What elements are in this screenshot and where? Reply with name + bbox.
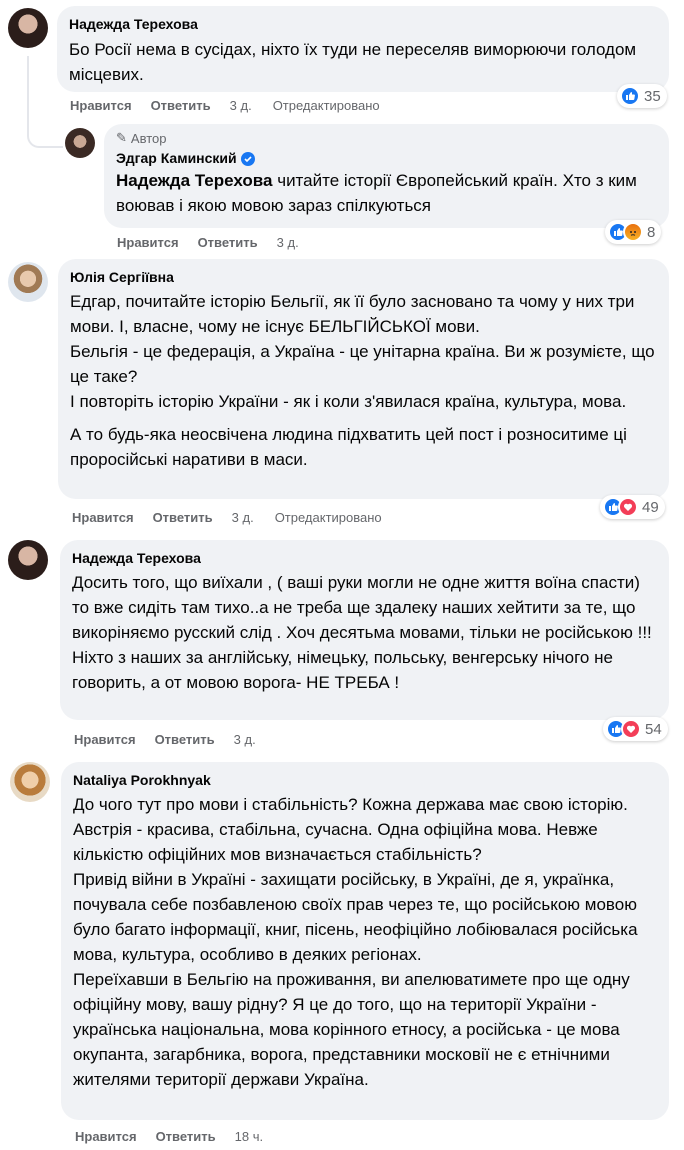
avatar[interactable] <box>10 762 50 802</box>
edited-label: Отредактировано <box>274 510 382 525</box>
author-badge-label: Автор <box>130 130 167 146</box>
comment-timestamp[interactable]: 3 д. <box>232 510 254 525</box>
reaction-count: 49 <box>642 498 659 516</box>
like-button[interactable]: Нравится <box>72 510 134 525</box>
love-icon <box>621 719 641 739</box>
comment-text: Бо Росії нема в сусідах, ніхто їх туди н… <box>69 40 641 84</box>
comment-text-paragraph: А то будь-яка неосвічена людина підхвати… <box>70 425 632 469</box>
comment-text: Надежда Терехова читайте історії Європей… <box>116 168 657 218</box>
reaction-count: 35 <box>644 87 661 105</box>
comment-author[interactable]: Юлія Сергіївна <box>70 269 657 285</box>
comment-actions: Нравится Ответить 3 д. Отредактировано <box>70 98 380 113</box>
reactions-summary[interactable]: 54 <box>603 717 668 741</box>
pencil-icon: ✎ <box>116 130 127 145</box>
avatar[interactable] <box>8 8 48 48</box>
like-button[interactable]: Нравится <box>75 1129 137 1144</box>
comment-actions: Нравится Ответить 3 д. <box>74 732 277 747</box>
reactions-summary[interactable]: 49 <box>600 495 665 519</box>
angry-icon <box>623 222 643 242</box>
comment-author[interactable]: Nataliya Porokhnyak <box>73 772 657 788</box>
avatar[interactable] <box>65 128 95 158</box>
comment-bubble: Юлія Сергіївна Едгар, почитайте історію … <box>58 259 669 499</box>
comment-text: Едгар, почитайте історію Бельгії, як її … <box>70 292 655 411</box>
reply-button[interactable]: Ответить <box>155 732 215 747</box>
edited-label: Отредактировано <box>272 98 380 113</box>
reaction-count: 8 <box>647 223 656 241</box>
comment-actions: Нравится Ответить 3 д. Отредактировано <box>72 510 382 525</box>
comment-bubble: ✎ Автор Эдгар Каминский Надежда Терехова… <box>104 124 669 228</box>
comment-actions: Нравится Ответить 18 ч. <box>75 1129 284 1144</box>
comment-timestamp[interactable]: 3 д. <box>277 235 299 250</box>
comment-bubble: Nataliya Porokhnyak До чого тут про мови… <box>61 762 669 1120</box>
reaction-count: 54 <box>645 720 662 738</box>
mention-link[interactable]: Надежда Терехова <box>116 171 272 190</box>
comment-author[interactable]: Эдгар Каминский <box>116 150 657 167</box>
like-button[interactable]: Нравится <box>117 235 179 250</box>
comment-text: До чого тут про мови і стабільність? Кож… <box>73 795 638 1089</box>
comment-author[interactable]: Надежда Терехова <box>69 16 657 32</box>
comment-bubble: Надежда Терехова Бо Росії нема в сусідах… <box>57 6 669 92</box>
like-button[interactable]: Нравится <box>74 732 136 747</box>
avatar[interactable] <box>8 262 48 302</box>
comment-text: Досить того, що виїхали , ( ваші руки мо… <box>72 573 657 692</box>
comment-timestamp[interactable]: 3 д. <box>234 732 256 747</box>
verified-badge-icon <box>240 152 255 167</box>
like-icon <box>620 86 640 106</box>
reply-button[interactable]: Ответить <box>156 1129 216 1144</box>
like-button[interactable]: Нравится <box>70 98 132 113</box>
comment-author-name[interactable]: Эдгар Каминский <box>116 150 237 166</box>
reply-button[interactable]: Ответить <box>198 235 258 250</box>
love-icon <box>618 497 638 517</box>
reply-button[interactable]: Ответить <box>153 510 213 525</box>
comment-actions: Нравится Ответить 3 д. <box>117 235 320 250</box>
author-badge: ✎ Автор <box>116 130 657 146</box>
thread-line <box>27 56 63 148</box>
reactions-summary[interactable]: 8 <box>605 220 662 244</box>
comment-timestamp[interactable]: 18 ч. <box>235 1129 263 1144</box>
comment-bubble: Надежда Терехова Досить того, що виїхали… <box>60 540 669 720</box>
comment-timestamp[interactable]: 3 д. <box>230 98 252 113</box>
reply-button[interactable]: Ответить <box>151 98 211 113</box>
reactions-summary[interactable]: 35 <box>617 84 667 108</box>
comment-author[interactable]: Надежда Терехова <box>72 550 657 566</box>
avatar[interactable] <box>8 540 48 580</box>
